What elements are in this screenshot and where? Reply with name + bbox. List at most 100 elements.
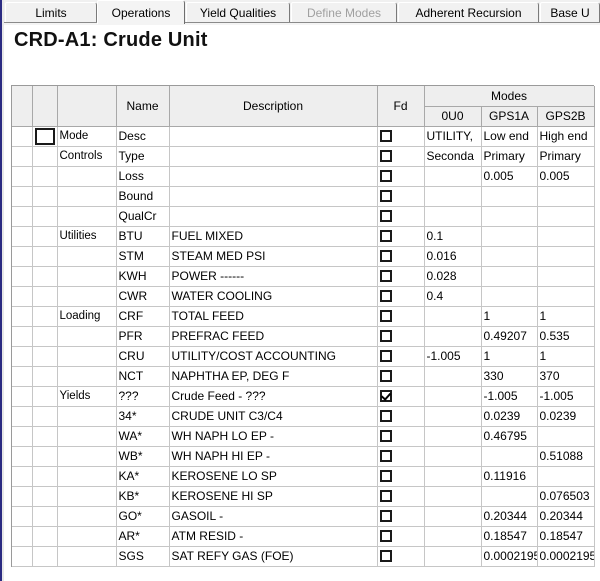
row-selector-cell[interactable] — [32, 446, 58, 467]
cell-mode-value[interactable] — [424, 526, 482, 547]
checkbox-icon[interactable] — [379, 470, 392, 483]
cell-mode-value[interactable]: 0.0239 — [481, 406, 538, 427]
cell-mode-value[interactable]: 1 — [481, 306, 538, 327]
cell-mode-value[interactable]: -1.005 — [424, 346, 482, 367]
cell-name[interactable]: KB* — [116, 486, 170, 507]
cell-mode-value[interactable]: 0.51088 — [537, 446, 595, 467]
row-handle[interactable] — [12, 446, 33, 467]
cell-fd[interactable] — [377, 166, 425, 187]
tab-base-u[interactable]: Base U — [540, 2, 600, 23]
cell-description[interactable] — [169, 146, 378, 167]
checkbox-icon[interactable] — [379, 310, 392, 323]
cell-description[interactable]: POWER ------ — [169, 266, 378, 287]
cell-mode-value[interactable] — [481, 206, 538, 227]
checkbox-icon[interactable] — [379, 530, 392, 543]
header-fd[interactable]: Fd — [377, 86, 425, 127]
row-handle[interactable] — [12, 166, 33, 187]
cell-description[interactable]: KEROSENE HI SP — [169, 486, 378, 507]
cell-mode-value[interactable] — [537, 186, 595, 207]
row-selector-cell[interactable] — [32, 246, 58, 267]
cell-fd[interactable] — [377, 306, 425, 327]
cell-mode-value[interactable]: 0.535 — [537, 326, 595, 347]
cell-description[interactable]: FUEL MIXED — [169, 226, 378, 247]
cell-fd[interactable] — [377, 526, 425, 547]
checkbox-icon[interactable] — [379, 430, 392, 443]
cell-name[interactable]: Desc — [116, 126, 170, 147]
row-selector-cell[interactable] — [32, 266, 58, 287]
cell-mode-value[interactable] — [481, 266, 538, 287]
cell-mode-value[interactable]: 1 — [481, 346, 538, 367]
row-handle[interactable] — [12, 226, 33, 247]
cell-mode-value[interactable] — [424, 546, 482, 567]
table-row[interactable]: SGS SAT REFY GAS (FOE) 0.0002195 0.0002195 — [12, 546, 595, 567]
cell-fd[interactable] — [377, 466, 425, 487]
table-row[interactable]: CWR WATER COOLING 0.4 — [12, 286, 595, 307]
row-selector-cell[interactable] — [32, 286, 58, 307]
cell-mode-value[interactable] — [481, 446, 538, 467]
cell-description[interactable]: WH NAPH LO EP - — [169, 426, 378, 447]
cell-mode-value[interactable] — [481, 186, 538, 207]
table-row[interactable]: Loss 0.005 0.005 — [12, 166, 595, 187]
cell-name[interactable]: QualCr — [116, 206, 170, 227]
cell-name[interactable]: Loss — [116, 166, 170, 187]
cell-mode-value[interactable]: Seconda — [424, 146, 482, 167]
cell-mode-value[interactable] — [537, 466, 595, 487]
cell-mode-value[interactable]: 0.016 — [424, 246, 482, 267]
cell-name[interactable]: KWH — [116, 266, 170, 287]
table-row[interactable]: KA* KEROSENE LO SP 0.11916 — [12, 466, 595, 487]
checkbox-icon[interactable] — [379, 410, 392, 423]
cell-fd[interactable] — [377, 126, 425, 147]
row-selector-cell[interactable] — [32, 166, 58, 187]
cell-mode-value[interactable]: Primary — [481, 146, 538, 167]
table-row[interactable]: Mode Desc UTILITY, Low end High end — [12, 126, 595, 147]
cell-mode-value[interactable] — [537, 246, 595, 267]
cell-description[interactable]: PREFRAC FEED — [169, 326, 378, 347]
row-selector-cell[interactable] — [32, 146, 58, 167]
cell-mode-value[interactable] — [537, 206, 595, 227]
cell-mode-value[interactable]: 0.49207 — [481, 326, 538, 347]
checkbox-icon[interactable] — [379, 230, 392, 243]
table-row[interactable]: Utilities BTU FUEL MIXED 0.1 — [12, 226, 595, 247]
cell-name[interactable]: KA* — [116, 466, 170, 487]
cell-mode-value[interactable] — [537, 286, 595, 307]
cell-mode-value[interactable] — [424, 386, 482, 407]
tab-limits[interactable]: Limits — [5, 2, 97, 23]
cell-mode-value[interactable] — [424, 366, 482, 387]
checkbox-icon[interactable] — [379, 490, 392, 503]
checkbox-icon[interactable] — [379, 270, 392, 283]
row-selector-cell[interactable] — [32, 366, 58, 387]
header-mode-1[interactable]: GPS1A — [481, 106, 538, 127]
tab-adherent-recursion[interactable]: Adherent Recursion — [398, 2, 539, 23]
cell-mode-value[interactable] — [424, 486, 482, 507]
table-row[interactable]: WB* WH NAPH HI EP - 0.51088 — [12, 446, 595, 467]
cell-description[interactable]: TOTAL FEED — [169, 306, 378, 327]
row-selector-cell[interactable] — [32, 186, 58, 207]
table-row[interactable]: Loading CRF TOTAL FEED 1 1 — [12, 306, 595, 327]
cell-name[interactable]: GO* — [116, 506, 170, 527]
table-row[interactable]: CRU UTILITY/COST ACCOUNTING -1.005 1 1 — [12, 346, 595, 367]
row-handle[interactable] — [12, 366, 33, 387]
cell-mode-value[interactable]: High end — [537, 126, 595, 147]
checkbox-icon[interactable] — [379, 290, 392, 303]
cell-fd[interactable] — [377, 326, 425, 347]
cell-description[interactable]: ATM RESID - — [169, 526, 378, 547]
checkbox-icon[interactable] — [379, 550, 392, 563]
cell-mode-value[interactable] — [424, 406, 482, 427]
cell-fd[interactable] — [377, 546, 425, 567]
cell-mode-value[interactable]: 0.4 — [424, 286, 482, 307]
cell-fd[interactable] — [377, 506, 425, 527]
row-handle[interactable] — [12, 466, 33, 487]
row-selector-cell[interactable] — [32, 426, 58, 447]
table-row[interactable]: Bound — [12, 186, 595, 207]
cell-fd[interactable] — [377, 186, 425, 207]
cell-name[interactable]: AR* — [116, 526, 170, 547]
table-row[interactable]: KWH POWER ------ 0.028 — [12, 266, 595, 287]
checkbox-icon[interactable] — [379, 210, 392, 223]
cell-mode-value[interactable]: 0.46795 — [481, 426, 538, 447]
cell-mode-value[interactable]: Primary — [537, 146, 595, 167]
cell-description[interactable] — [169, 166, 378, 187]
tab-yield-qualities[interactable]: Yield Qualities — [186, 2, 290, 23]
cell-fd[interactable] — [377, 226, 425, 247]
cell-fd[interactable] — [377, 446, 425, 467]
cell-mode-value[interactable] — [424, 326, 482, 347]
